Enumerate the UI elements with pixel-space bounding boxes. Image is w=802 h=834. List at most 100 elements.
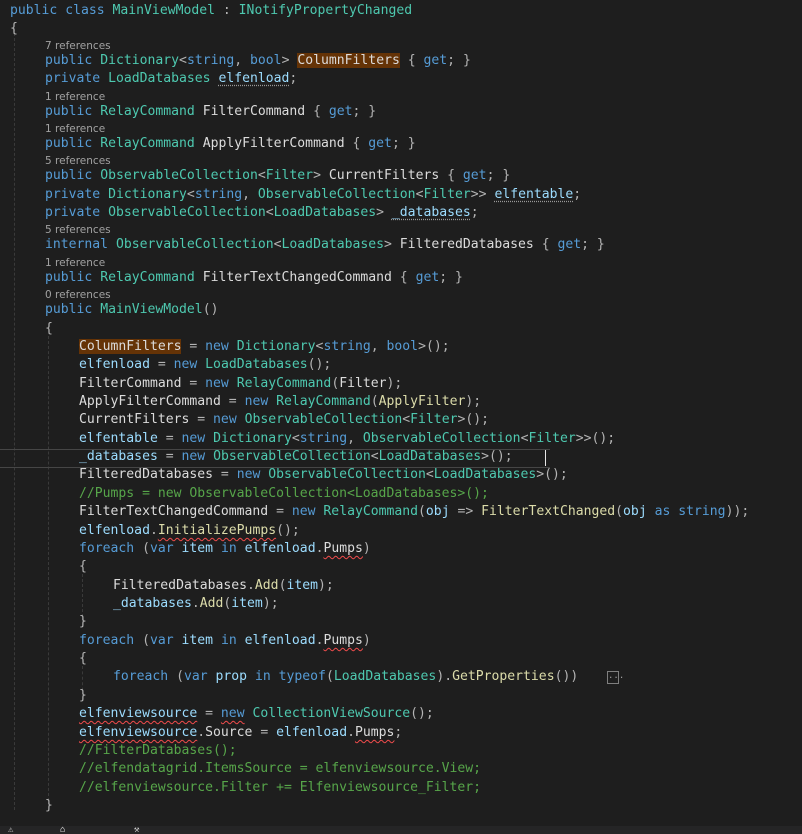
token: >>(); <box>575 431 616 446</box>
token: { <box>79 651 87 666</box>
token: bool <box>250 53 282 68</box>
token: string <box>186 53 235 68</box>
code-line[interactable]: private LoadDatabases elfenload; <box>0 70 802 88</box>
token: , <box>370 339 379 354</box>
code-comment[interactable]: //elfendatagrid.ItemsSource = elfenviews… <box>0 760 802 778</box>
code-line[interactable]: foreach (var item in elfenload.Pumps) <box>0 632 802 650</box>
code-line[interactable]: elfentable = new Dictionary<string, Obse… <box>0 430 802 448</box>
code-line[interactable]: public class MainViewModel : INotifyProp… <box>0 2 802 20</box>
code-line[interactable]: FilterCommand = new RelayCommand(Filter)… <box>0 375 802 393</box>
token: Add <box>199 596 224 611</box>
token: Filter <box>339 376 387 391</box>
token: ObservableCollection <box>115 237 274 252</box>
code-line[interactable]: FilterTextChangedCommand = new RelayComm… <box>0 503 802 521</box>
token: { <box>79 559 87 574</box>
code-line[interactable]: private Dictionary<string, ObservableCol… <box>0 186 802 204</box>
token: LoadDatabases <box>433 467 537 482</box>
token: CurrentFilters <box>328 168 440 183</box>
warning-icon[interactable]: ⚠ <box>8 826 13 834</box>
code-line[interactable]: FilteredDatabases = new ObservableCollec… <box>0 466 802 484</box>
token: = <box>228 394 237 409</box>
code-line[interactable]: } <box>0 797 802 815</box>
token: >(); <box>536 467 568 482</box>
tools-icon[interactable]: ⚒ <box>134 826 139 834</box>
token: ; <box>394 725 403 740</box>
token: : <box>222 3 231 18</box>
token: public <box>10 3 58 18</box>
token: ( <box>615 504 624 519</box>
code-line[interactable]: _databases = new ObservableCollection<Lo… <box>0 448 802 466</box>
token: private <box>45 205 101 220</box>
token: ()) <box>554 669 579 684</box>
token: . <box>149 523 158 538</box>
token: . <box>347 725 355 740</box>
code-line[interactable]: } <box>0 613 802 631</box>
token: item <box>181 633 214 648</box>
code-line[interactable]: { <box>0 558 802 576</box>
code-line[interactable]: public ObservableCollection<Filter> Curr… <box>0 167 802 185</box>
token: (); <box>276 523 300 538</box>
token: elfenload <box>79 523 150 538</box>
home-icon[interactable]: ⌂ <box>60 826 65 834</box>
code-line[interactable]: internal ObservableCollection<LoadDataba… <box>0 236 802 254</box>
token: { <box>447 168 456 183</box>
token: } <box>502 168 511 183</box>
code-editor[interactable]: public class MainViewModel : INotifyProp… <box>0 0 802 826</box>
code-line[interactable]: } <box>0 687 802 705</box>
token: class <box>65 3 105 18</box>
token: ObservableCollection <box>108 205 266 220</box>
code-line[interactable]: public RelayCommand FilterTextChangedCom… <box>0 269 802 287</box>
code-line[interactable]: elfenviewsource = new CollectionViewSour… <box>0 705 802 723</box>
code-line[interactable]: elfenload = new LoadDatabases(); <box>0 356 802 374</box>
code-line[interactable]: elfenviewsource.Source = elfenload.Pumps… <box>0 724 802 742</box>
collapsed-block-marker[interactable]: ... <box>607 671 624 684</box>
code-line[interactable]: ApplyFilterCommand = new RelayCommand(Ap… <box>0 393 802 411</box>
code-line[interactable]: { <box>0 320 802 338</box>
code-line[interactable]: foreach (var prop in typeof(LoadDatabase… <box>0 668 802 686</box>
code-line[interactable]: public RelayCommand ApplyFilterCommand {… <box>0 135 802 153</box>
code-comment[interactable]: //FilterDatabases(); <box>0 742 802 760</box>
token: { <box>399 270 408 285</box>
token: { <box>10 21 18 36</box>
token: ( <box>418 504 426 519</box>
token: , <box>242 187 251 202</box>
token: item <box>286 578 318 593</box>
code-line[interactable]: FilteredDatabases.Add(item); <box>0 577 802 595</box>
code-line[interactable]: public MainViewModel() <box>0 301 802 319</box>
code-line[interactable]: public Dictionary<string, bool> ColumnFi… <box>0 52 802 70</box>
token: >(); <box>457 412 490 427</box>
token: string <box>299 431 348 446</box>
token: get <box>462 168 487 183</box>
token: FilterCommand <box>202 104 306 119</box>
token: in <box>220 633 237 648</box>
token: ; <box>352 104 361 119</box>
code-line[interactable]: { <box>0 20 802 38</box>
token: _databases <box>113 596 192 611</box>
token: RelayCommand <box>236 376 332 391</box>
token: ObservableCollection <box>213 449 371 464</box>
token: = <box>165 449 174 464</box>
token: LoadDatabases <box>205 357 308 372</box>
token: , <box>347 431 355 446</box>
token: => <box>457 504 474 519</box>
code-comment[interactable]: //elfenviewsource.Filter += Elfenviewsou… <box>0 779 802 797</box>
code-line[interactable]: public RelayCommand FilterCommand { get;… <box>0 103 802 121</box>
code-line[interactable]: { <box>0 650 802 668</box>
token: { <box>407 53 416 68</box>
code-line[interactable]: foreach (var item in elfenload.Pumps) <box>0 540 802 558</box>
token: Add <box>254 578 279 593</box>
token: item <box>231 596 263 611</box>
token-error: elfenviewsource <box>79 706 198 721</box>
code-line[interactable]: elfenload.InitializePumps(); <box>0 522 802 540</box>
token: obj <box>623 504 647 519</box>
token: new <box>205 339 229 354</box>
code-line[interactable]: CurrentFilters = new ObservableCollectio… <box>0 411 802 429</box>
token: item <box>181 541 214 556</box>
token: { <box>313 104 321 119</box>
code-line[interactable]: ColumnFilters = new Dictionary<string, b… <box>0 338 802 356</box>
code-line[interactable]: _databases.Add(item); <box>0 595 802 613</box>
token: elfentable <box>79 431 158 446</box>
token-error: InitializePumps <box>157 523 277 538</box>
code-line[interactable]: private ObservableCollection<LoadDatabas… <box>0 204 802 222</box>
code-comment[interactable]: //Pumps = new ObservableCollection<LoadD… <box>0 485 802 503</box>
